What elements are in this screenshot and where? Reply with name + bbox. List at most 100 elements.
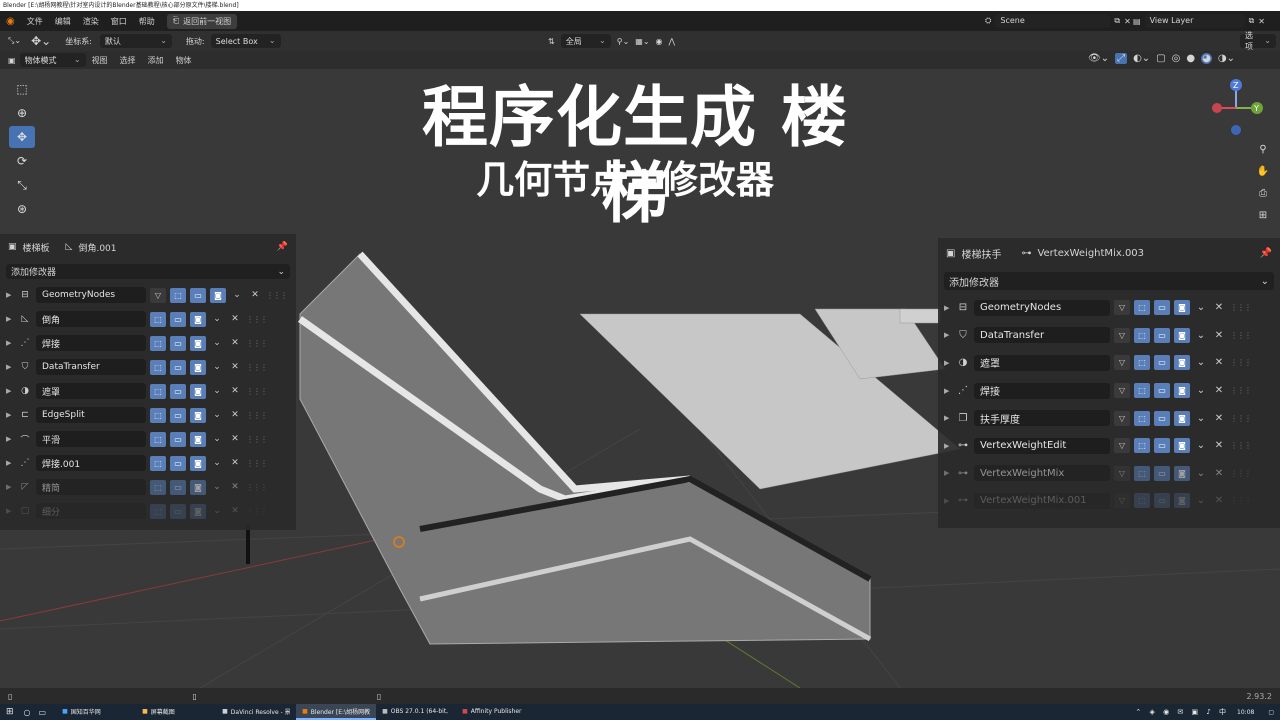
modifier-row[interactable]: ▶ ◺ 倒角 ⬚ ▭ ◙ ⌄ ✕ ⋮⋮⋮ [0, 307, 296, 331]
drag-handle-icon[interactable]: ⋮⋮⋮ [246, 483, 268, 492]
modifier-menu-icon[interactable]: ⌄ [210, 458, 224, 468]
menu-window[interactable]: 窗口 [105, 16, 133, 27]
menu-view[interactable]: 视图 [86, 55, 114, 66]
viewport-toggle-icon[interactable]: ▭ [190, 287, 206, 303]
modifier-menu-icon[interactable]: ⌄ [210, 338, 224, 348]
drag-handle-icon[interactable]: ⋮⋮⋮ [1230, 414, 1252, 423]
drag-dropdown[interactable]: Select Box [210, 34, 281, 48]
viewport-toggle-icon[interactable]: ▭ [170, 311, 186, 327]
view-layer-icon[interactable]: ▤ [1133, 17, 1141, 26]
expand-arrow-icon[interactable]: ▶ [944, 359, 952, 367]
overlay-toggle-icon[interactable]: ◐⌄ [1133, 53, 1150, 64]
modifier-row[interactable]: ▶ ⊟ GeometryNodes ▽ ⬚ ▭ ◙ ⌄ ✕ ⋮⋮⋮ [938, 294, 1280, 322]
viewport-toggle-icon[interactable]: ▭ [170, 383, 186, 399]
render-toggle-icon[interactable]: ◙ [190, 383, 206, 399]
modifier-menu-icon[interactable]: ⌄ [1194, 302, 1208, 313]
menu-select[interactable]: 选择 [114, 55, 142, 66]
render-toggle-icon[interactable]: ◙ [190, 479, 206, 495]
render-toggle-icon[interactable]: ◙ [1174, 438, 1190, 454]
editor-type-icon[interactable]: ▣ [0, 56, 20, 65]
drag-handle-icon[interactable]: ⋮⋮⋮ [1230, 469, 1252, 478]
view-layer-field[interactable]: View Layer [1144, 14, 1245, 28]
close-scene-icon[interactable]: ✕ [1124, 17, 1131, 26]
taskbar-app[interactable]: ■ 国知百华网 [56, 704, 136, 720]
cage-toggle-icon[interactable]: ⬚ [150, 311, 166, 327]
remove-modifier-icon[interactable]: ✕ [228, 386, 242, 396]
cage-toggle-icon[interactable]: ⬚ [1134, 465, 1150, 481]
expand-arrow-icon[interactable]: ▶ [6, 507, 14, 515]
modifier-menu-icon[interactable]: ⌄ [1194, 330, 1208, 341]
remove-modifier-icon[interactable]: ✕ [1212, 495, 1226, 506]
modifier-row[interactable]: ▶ ⊟ GeometryNodes ▽ ⬚ ▭ ◙ ⌄ ✕ ⋮⋮⋮ [0, 283, 296, 307]
cage-toggle-icon[interactable]: ⬚ [1134, 493, 1150, 509]
drag-handle-icon[interactable]: ⋮⋮⋮ [246, 459, 268, 468]
modifier-name-field[interactable]: 遮罩 [974, 354, 1110, 371]
modifier-menu-icon[interactable]: ⌄ [210, 506, 224, 516]
pivot-dropdown[interactable]: 全局 [560, 34, 611, 48]
edit-mode-toggle-icon[interactable]: ▽ [1114, 438, 1130, 454]
expand-arrow-icon[interactable]: ▶ [6, 339, 14, 347]
cage-toggle-icon[interactable]: ⬚ [150, 335, 166, 351]
remove-modifier-icon[interactable]: ✕ [228, 482, 242, 492]
modifier-name-field[interactable]: VertexWeightMix.001 [974, 492, 1110, 509]
modifier-menu-icon[interactable]: ⌄ [210, 410, 224, 420]
cage-toggle-icon[interactable]: ⬚ [150, 455, 166, 471]
drag-handle-icon[interactable]: ⋮⋮⋮ [246, 315, 268, 324]
remove-modifier-icon[interactable]: ✕ [1212, 468, 1226, 479]
modifier-name-field[interactable]: 扶手厚度 [974, 410, 1110, 427]
modifier-menu-icon[interactable]: ⌄ [1194, 468, 1208, 479]
expand-arrow-icon[interactable]: ▶ [6, 387, 14, 395]
navigation-gizmo[interactable]: Z Y [1212, 78, 1264, 140]
search-icon[interactable]: ○ [20, 708, 35, 717]
tool-settings-icon[interactable]: ⤡⌄ [0, 36, 27, 46]
menu-help[interactable]: 帮助 [133, 16, 161, 27]
cage-toggle-icon[interactable]: ⬚ [1134, 438, 1150, 454]
cursor-tool-icon[interactable]: ⊕ [9, 102, 35, 124]
material-shading-icon[interactable]: ◕ [1201, 53, 1212, 64]
drag-handle-icon[interactable]: ⋮⋮⋮ [1230, 358, 1252, 367]
edit-mode-toggle-icon[interactable]: ▽ [1114, 355, 1130, 371]
modifier-row[interactable]: ▶ ⛉ DataTransfer ⬚ ▭ ◙ ⌄ ✕ ⋮⋮⋮ [0, 355, 296, 379]
modifier-row[interactable]: ▶ ⌒ 平滑 ⬚ ▭ ◙ ⌄ ✕ ⋮⋮⋮ [0, 427, 296, 451]
render-toggle-icon[interactable]: ◙ [190, 407, 206, 423]
cage-toggle-icon[interactable]: ⬚ [1134, 327, 1150, 343]
viewport-toggle-icon[interactable]: ▭ [170, 431, 186, 447]
render-toggle-icon[interactable]: ◙ [190, 431, 206, 447]
pin-icon[interactable]: 📌 [1260, 248, 1272, 259]
modifier-menu-icon[interactable]: ⌄ [1194, 357, 1208, 368]
modifier-row[interactable]: ▶ ⊶ VertexWeightEdit ▽ ⬚ ▭ ◙ ⌄ ✕ ⋮⋮⋮ [938, 432, 1280, 460]
modifier-row[interactable]: ▶ ◑ 遮罩 ▽ ⬚ ▭ ◙ ⌄ ✕ ⋮⋮⋮ [938, 349, 1280, 377]
orientation-dropdown[interactable]: 默认 [99, 34, 172, 48]
copy-view-layer-icon[interactable]: ⧉ [1249, 16, 1255, 26]
modifier-menu-icon[interactable]: ⌄ [1194, 495, 1208, 506]
notification-icon[interactable]: ▢ [1262, 709, 1280, 716]
viewport-toggle-icon[interactable]: ▭ [170, 479, 186, 495]
proportional-edit-icon[interactable]: ◉ [656, 37, 663, 46]
options-dropdown[interactable]: 选项 [1240, 31, 1276, 51]
modifier-menu-icon[interactable]: ⌄ [210, 482, 224, 492]
drag-handle-icon[interactable]: ⋮⋮⋮ [1230, 303, 1252, 312]
copy-scene-icon[interactable]: ⧉ [1114, 16, 1120, 26]
expand-arrow-icon[interactable]: ▶ [944, 442, 952, 450]
drag-handle-icon[interactable]: ⋮⋮⋮ [246, 435, 268, 444]
expand-arrow-icon[interactable]: ▶ [6, 411, 14, 419]
render-toggle-icon[interactable]: ◙ [210, 287, 226, 303]
modifier-name-field[interactable]: VertexWeightEdit [974, 437, 1110, 454]
modifier-name-field[interactable]: 焊接 [974, 382, 1110, 399]
expand-arrow-icon[interactable]: ▶ [944, 331, 952, 339]
render-toggle-icon[interactable]: ◙ [1174, 410, 1190, 426]
modifier-name-field[interactable]: DataTransfer [36, 359, 146, 375]
drag-handle-icon[interactable]: ⋮⋮⋮ [246, 363, 268, 372]
drag-handle-icon[interactable]: ⋮⋮⋮ [1230, 441, 1252, 450]
viewport-toggle-icon[interactable]: ▭ [170, 407, 186, 423]
transform-pivot-icon[interactable]: ⇅ [548, 37, 555, 46]
render-toggle-icon[interactable]: ◙ [1174, 355, 1190, 371]
viewport-toggle-icon[interactable]: ▭ [1154, 383, 1170, 399]
edit-mode-toggle-icon[interactable]: ▽ [1114, 465, 1130, 481]
modifier-row[interactable]: ▶ ▢ 细分 ⬚ ▭ ◙ ⌄ ✕ ⋮⋮⋮ [0, 499, 296, 523]
remove-modifier-icon[interactable]: ✕ [1212, 385, 1226, 396]
expand-arrow-icon[interactable]: ▶ [6, 291, 14, 299]
modifier-row[interactable]: ▶ ◸ 精简 ⬚ ▭ ◙ ⌄ ✕ ⋮⋮⋮ [0, 475, 296, 499]
menu-edit[interactable]: 编辑 [49, 16, 77, 27]
expand-arrow-icon[interactable]: ▶ [944, 414, 952, 422]
